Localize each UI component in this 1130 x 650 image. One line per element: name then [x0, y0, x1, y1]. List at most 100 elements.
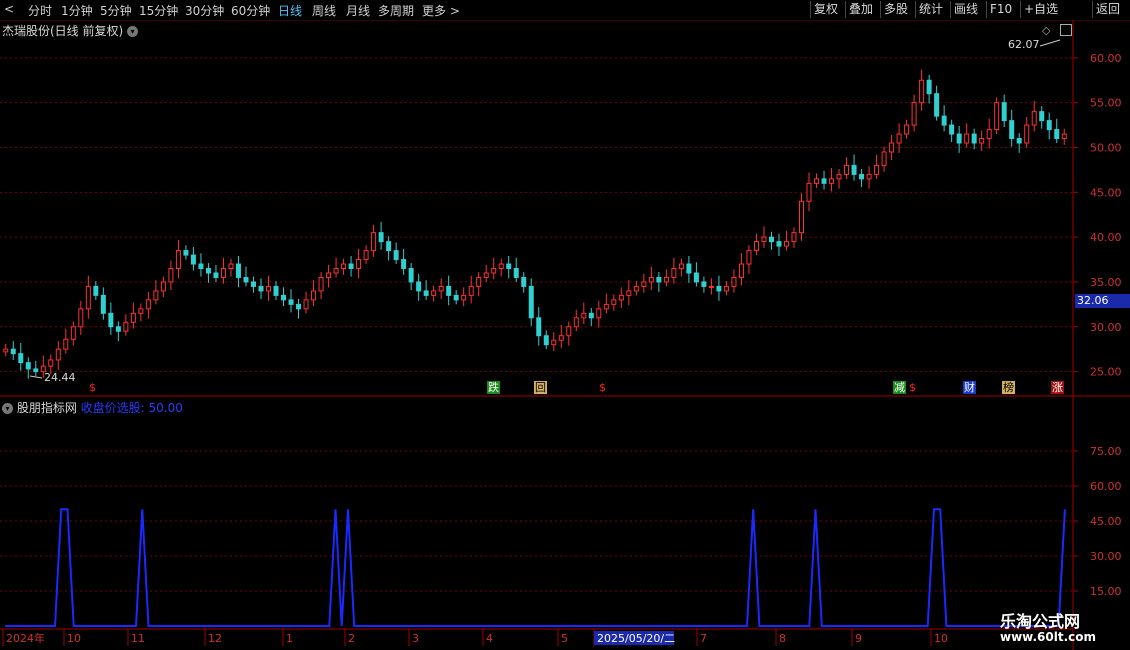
candle-body: [468, 285, 474, 296]
candle-body: [506, 263, 512, 270]
candle-body: [1061, 133, 1067, 140]
indicator-title-bar: ▾ 股朋指标网 收盘价选股: 50.00: [2, 399, 183, 416]
indicator-line: [5, 508, 1066, 627]
candle-body: [979, 138, 985, 144]
indicator-tick-label: 75.00: [1090, 445, 1122, 458]
candle-body: [566, 326, 572, 337]
candle-body: [776, 241, 782, 247]
candle-body: [671, 268, 677, 278]
candle-body: [33, 368, 39, 373]
date-tick-label: 2025/05/20/二: [597, 632, 675, 645]
indicator-tick-label: 45.00: [1090, 515, 1122, 528]
event-marker[interactable]: 榜: [1002, 381, 1015, 394]
event-marker[interactable]: 跌: [487, 381, 500, 394]
candle-body: [85, 285, 91, 310]
price-tick-label: 60.00: [1090, 52, 1122, 65]
candle-body: [956, 133, 962, 144]
indicator-tick-label: 60.00: [1090, 480, 1122, 493]
candle-body: [311, 290, 317, 301]
candle-body: [341, 263, 347, 270]
candle-body: [326, 272, 332, 278]
candle-body: [723, 285, 729, 292]
indicator-tick-label: 30.00: [1090, 550, 1122, 563]
candle-body: [401, 259, 407, 270]
candle-body: [175, 250, 181, 270]
candle-body: [70, 326, 76, 340]
candle-body: [821, 178, 827, 184]
candle-body: [168, 268, 174, 283]
event-marker[interactable]: 减: [893, 381, 906, 394]
diamond-icon[interactable]: ◇: [1042, 24, 1050, 37]
candle-body: [333, 268, 339, 274]
candle-body: [919, 79, 925, 104]
candle-body: [213, 272, 219, 278]
candle-body: [513, 268, 519, 278]
candle-body: [423, 290, 429, 296]
price-tick-label: 30.00: [1090, 321, 1122, 334]
event-marker[interactable]: 财: [963, 381, 976, 394]
candle-body: [874, 164, 880, 175]
candle-body: [371, 232, 377, 252]
indicator-axis-ticks: 15.00 30.00 45.00 60.00 75.00: [1073, 445, 1122, 598]
high-pointer: [1039, 39, 1061, 47]
kline-chart[interactable]: 25.00 30.00 35.00 40.00 45.00 50.00 55.00 60.00…: [0, 0, 1130, 650]
candle-body: [266, 285, 271, 292]
candle-body: [701, 281, 707, 287]
candle-body: [791, 232, 797, 243]
date-tick-label: 5: [561, 632, 568, 645]
event-marker[interactable]: $: [906, 381, 919, 394]
candle-body: [393, 250, 399, 261]
low-price-label: 24.44: [44, 371, 76, 384]
event-marker[interactable]: $: [86, 381, 99, 394]
event-marker[interactable]: 涨: [1051, 381, 1064, 394]
date-axis: 2024年 10 11 12 1 2 3 4 5 2025/05/20/二 7 8 9 10: [0, 628, 1073, 646]
chevron-down-icon[interactable]: ▾: [2, 403, 13, 414]
event-marker[interactable]: $: [596, 381, 609, 394]
chevron-down-icon[interactable]: ▾: [127, 26, 139, 37]
candle-body: [603, 303, 609, 310]
candle-body: [971, 133, 977, 144]
panel-toggle-icon[interactable]: [1060, 24, 1072, 36]
candle-body: [78, 308, 84, 328]
candle-body: [551, 339, 557, 346]
candle-body: [491, 268, 497, 274]
candle-body: [55, 348, 61, 361]
candle-body: [281, 294, 287, 301]
candle-body: [814, 178, 820, 184]
candle-body: [1039, 111, 1045, 122]
candle-body: [881, 151, 887, 166]
candle-body: [844, 164, 850, 175]
candle-body: [288, 299, 294, 305]
candle-body: [386, 241, 392, 252]
candle-body: [198, 263, 204, 270]
price-tick-label: 50.00: [1090, 141, 1122, 154]
candle-body: [408, 268, 414, 283]
candle-body: [416, 281, 422, 292]
candle-body: [829, 178, 835, 184]
candle-body: [3, 348, 9, 353]
price-axis-ticks: 25.00 30.00 35.00 40.00 45.00 50.00 55.00 60.00: [1073, 52, 1122, 379]
candle-body: [258, 285, 264, 292]
event-marker[interactable]: 回: [534, 381, 547, 394]
candle-body: [836, 173, 842, 180]
date-tick-label: 12: [208, 632, 222, 645]
price-tick-label: 45.00: [1090, 186, 1122, 199]
candle-body: [558, 335, 564, 341]
indicator-value: 收盘价选股: 50.00: [80, 401, 183, 415]
candle-body: [348, 263, 354, 270]
candle-body: [934, 93, 940, 117]
candle-body: [1009, 120, 1015, 140]
price-tick-label: 55.00: [1090, 97, 1122, 110]
date-tick-label: 1: [286, 632, 293, 645]
candle-body: [378, 232, 384, 243]
date-tick-label: 9: [855, 632, 862, 645]
watermark-title: 乐淘公式网: [1000, 612, 1081, 631]
candle-body: [130, 312, 136, 323]
candle-body: [145, 299, 151, 310]
candle-body: [889, 142, 895, 153]
candle-body: [25, 362, 31, 370]
candle-body: [1001, 102, 1007, 122]
indicator-name: 股朋指标网: [16, 401, 77, 415]
candle-body: [1016, 138, 1022, 144]
date-tick-label: 3: [412, 632, 419, 645]
